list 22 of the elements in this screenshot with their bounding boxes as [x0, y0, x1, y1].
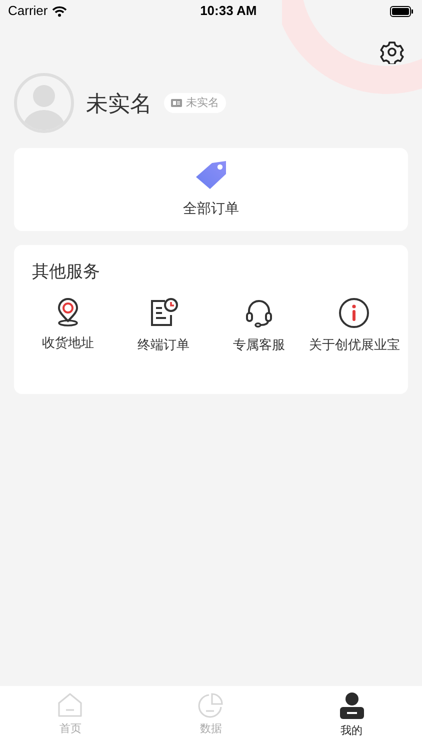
- all-orders-card[interactable]: 全部订单: [14, 148, 408, 231]
- service-item[interactable]: 关于创优展业宝: [306, 296, 402, 354]
- tag-icon: [194, 160, 228, 190]
- info-icon: [338, 296, 370, 328]
- badge-label: 未实名: [186, 96, 219, 111]
- pie-chart-icon: [198, 692, 224, 718]
- id-card-icon: [171, 99, 182, 107]
- battery-icon: [390, 6, 414, 16]
- avatar: [14, 73, 74, 133]
- services-title: 其他服务: [31, 261, 101, 283]
- carrier-label: Carrier: [8, 2, 48, 20]
- service-item[interactable]: 专属客服: [211, 296, 306, 354]
- house-icon: [57, 692, 84, 718]
- tab[interactable]: 我的: [281, 692, 422, 740]
- settings-icon: [380, 40, 404, 64]
- settings-button[interactable]: [380, 40, 404, 64]
- status-time: 10:33 AM: [200, 2, 257, 20]
- service-item[interactable]: 收货地址: [20, 296, 116, 354]
- service-item[interactable]: 终端订单: [116, 296, 211, 354]
- wifi-icon: [52, 6, 67, 16]
- user-name: 未实名: [86, 90, 152, 118]
- person-icon: [338, 692, 365, 720]
